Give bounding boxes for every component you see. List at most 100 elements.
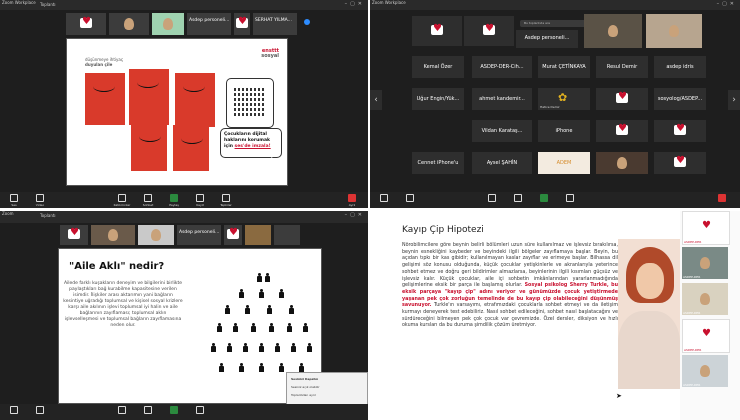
participant-name: ASDEP-DER: [683, 311, 701, 315]
people-icon: [118, 194, 126, 202]
avatar: [700, 257, 710, 269]
gallery-tile[interactable]: ADEM: [538, 152, 590, 174]
avatar: [108, 229, 118, 241]
heart-icon: [222, 194, 230, 202]
meeting-tab[interactable]: Toplantı: [40, 213, 56, 218]
participants-button[interactable]: Katılımcılar: [110, 194, 134, 207]
gallery-tile[interactable]: [596, 152, 648, 174]
record-button[interactable]: Kayıt: [188, 194, 212, 207]
sidebar-tile[interactable]: ASDEP-DER: [682, 355, 728, 387]
participant-tile[interactable]: [274, 225, 300, 245]
gallery-tile[interactable]: ASDEP-DER-Cih...: [472, 56, 532, 78]
chat-button[interactable]: Sohbet: [136, 194, 160, 207]
share-button[interactable]: [532, 194, 556, 203]
video-button[interactable]: Video: [28, 194, 52, 207]
participant-tile[interactable]: [66, 13, 106, 35]
participant-name: ASDEP-DER: [683, 383, 701, 387]
chat-button[interactable]: [136, 406, 160, 415]
record-icon: [196, 194, 204, 202]
gallery-tile[interactable]: [596, 120, 648, 142]
share-screen-icon: [170, 406, 178, 414]
share-button[interactable]: [162, 406, 186, 415]
participant-tile[interactable]: [109, 13, 149, 35]
participant-name: Uğur Engin/Yük...: [416, 96, 460, 102]
window-controls[interactable]: –▢✕: [345, 212, 365, 218]
window-controls[interactable]: –▢✕: [345, 1, 365, 7]
gallery-prev-button[interactable]: ‹: [370, 90, 382, 110]
qr-pattern: [234, 86, 266, 118]
gallery-tile[interactable]: Kemal Özer: [412, 56, 464, 78]
gallery-tile[interactable]: [464, 16, 514, 46]
participant-name: asdep idris: [666, 64, 694, 70]
mute-button[interactable]: [2, 406, 26, 415]
participant-tile[interactable]: SERHAT YILMA...: [253, 13, 297, 35]
sidebar-tile[interactable]: ASDEP-DER: [682, 283, 728, 315]
sidebar-tile[interactable]: ASDEP-DER: [682, 247, 728, 279]
participant-tile[interactable]: [245, 225, 271, 245]
asdep-heart-logo-icon: [236, 16, 248, 28]
participant-tile[interactable]: [91, 225, 135, 245]
asdep-heart-logo-icon: [674, 123, 686, 135]
qr-code[interactable]: [226, 78, 274, 128]
chat-button[interactable]: [506, 194, 530, 203]
gallery-tile[interactable]: Murat ÇETİNKAYA: [538, 56, 590, 78]
person-figure: [267, 305, 272, 314]
video-button[interactable]: [398, 194, 422, 203]
reactions-button[interactable]: Tepkiler: [214, 194, 238, 207]
gallery-tile[interactable]: sosyolog/ASDEP...: [654, 88, 706, 110]
sidebar-tile[interactable]: ASDEP-DER: [682, 211, 730, 245]
gallery-tile[interactable]: [646, 14, 702, 48]
participant-name: ahmet kandemir...: [479, 96, 525, 102]
participant-tile[interactable]: Asdep personeli...: [187, 13, 231, 35]
gallery-tile[interactable]: [654, 152, 706, 174]
window-controls[interactable]: –▢✕: [717, 1, 737, 7]
gallery-tile[interactable]: Resul Demir: [596, 56, 648, 78]
mute-button[interactable]: [372, 194, 396, 203]
record-button[interactable]: [558, 194, 582, 203]
chevron-right-icon[interactable]: [304, 19, 310, 25]
person-figure: [239, 289, 244, 298]
video-button[interactable]: [28, 406, 52, 415]
person-figure: [259, 363, 264, 372]
gallery-tile[interactable]: [412, 16, 462, 46]
gallery-tile[interactable]: iPhone: [538, 120, 590, 142]
search-input[interactable]: Bu toplantıda ara: [524, 21, 550, 25]
gallery-tile[interactable]: Aysel ŞAHİN: [472, 152, 532, 174]
gallery-tile[interactable]: [654, 120, 706, 142]
leave-icon: [718, 194, 726, 202]
person-figure: [279, 289, 284, 298]
participant-tile[interactable]: [224, 225, 242, 245]
participants-button[interactable]: [480, 194, 504, 203]
gallery-next-button[interactable]: ›: [728, 90, 740, 110]
mute-button[interactable]: Ses: [2, 194, 26, 207]
gallery-tile[interactable]: Cennet iPhone'u: [412, 152, 464, 174]
participant-tile[interactable]: [234, 13, 250, 35]
avatar: [617, 157, 627, 169]
popup-line[interactable]: Toplantıdan ayrıl: [291, 393, 316, 397]
share-button[interactable]: Paylaş: [162, 194, 186, 207]
toolbar-label: Kayıt: [196, 203, 204, 207]
gallery-tile[interactable]: asdep idris: [654, 56, 706, 78]
record-button[interactable]: [188, 406, 212, 415]
app-label: Zoom Workplace: [2, 0, 36, 5]
person-figure: [287, 323, 292, 332]
person-figure: [265, 273, 270, 282]
participants-button[interactable]: [110, 406, 134, 415]
leave-button[interactable]: Ayrıl: [340, 194, 364, 207]
leave-button[interactable]: [710, 194, 734, 203]
callout-link[interactable]: ses'de imzala!: [235, 144, 271, 149]
gallery-tile[interactable]: Uğur Engin/Yük...: [412, 88, 464, 110]
participant-tile[interactable]: [152, 13, 184, 35]
gallery-tile[interactable]: Asdep personeli...: [516, 30, 578, 48]
participant-tile[interactable]: [138, 225, 174, 245]
portrait-photo: [618, 239, 680, 389]
gallery-tile[interactable]: ahmet kandemir...: [472, 88, 532, 110]
meeting-tab[interactable]: Toplantı: [40, 2, 56, 7]
gallery-tile[interactable]: Vildan Karataş...: [472, 120, 532, 142]
sidebar-tile[interactable]: ASDEP-DER: [682, 319, 730, 353]
participant-tile[interactable]: [60, 225, 88, 245]
participant-tile[interactable]: Asdep personeli...: [177, 225, 221, 245]
gallery-tile[interactable]: [596, 88, 648, 110]
gallery-tile[interactable]: [584, 14, 642, 48]
gallery-tile[interactable]: Hatice Demir ✿: [538, 88, 590, 110]
